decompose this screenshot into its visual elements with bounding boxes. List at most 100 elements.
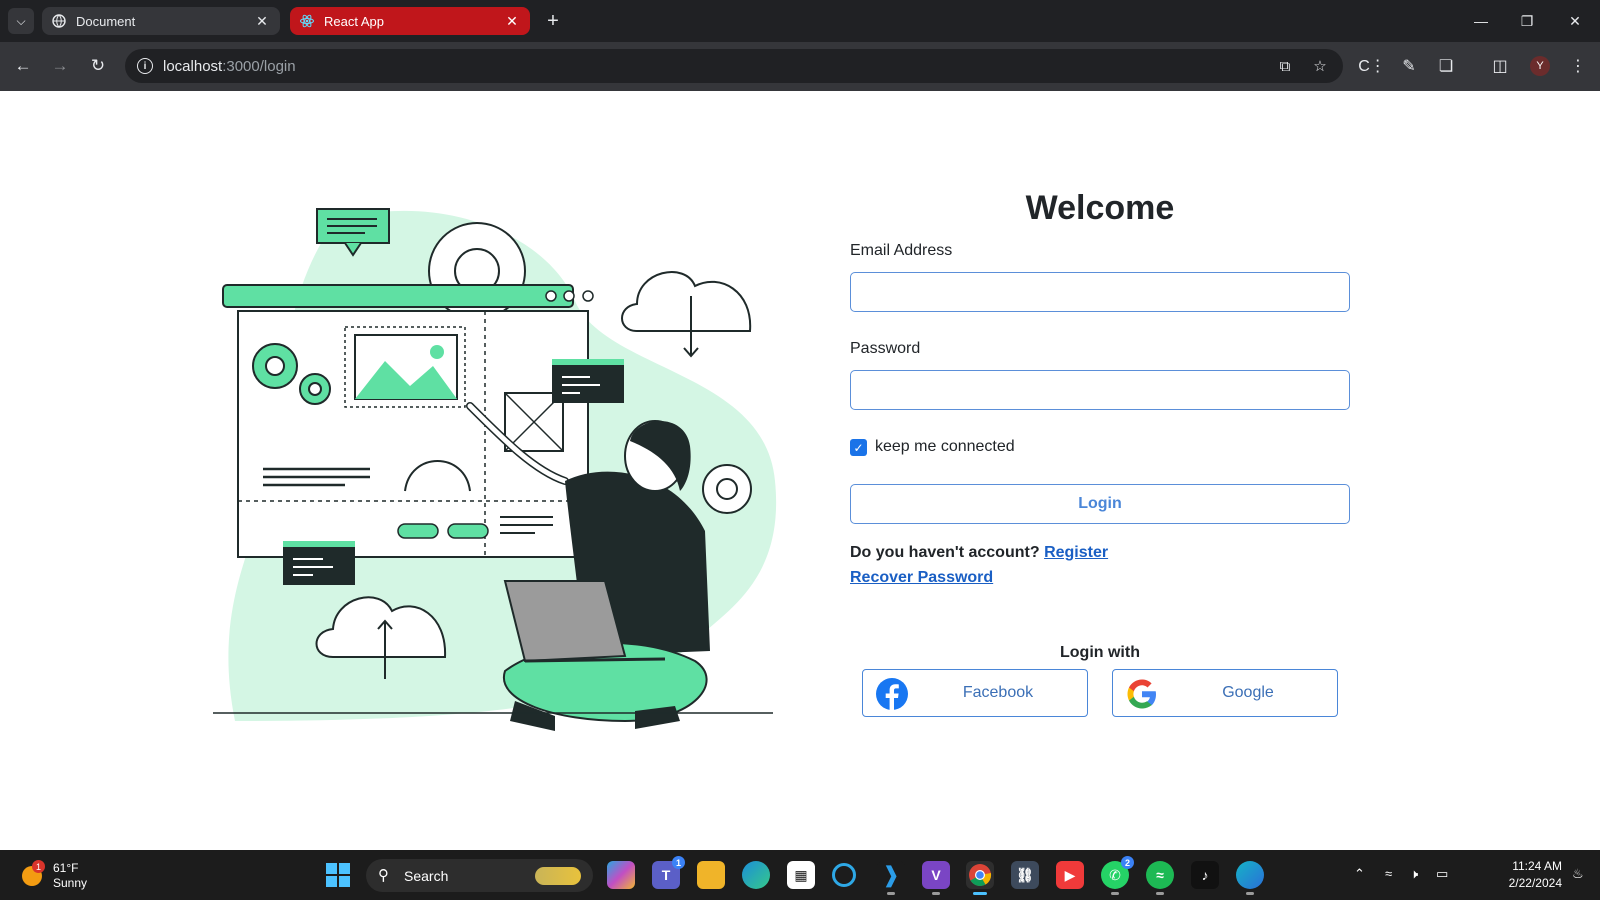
keep-connected-checkbox[interactable]: ✓ xyxy=(850,439,867,456)
login-with-heading: Login with xyxy=(1060,644,1140,661)
checkmark-icon: ✓ xyxy=(853,440,864,455)
url-text[interactable]: localhost:3000/login xyxy=(163,58,296,75)
vscode-icon[interactable]: ❱ xyxy=(877,861,905,895)
chevron-up-icon[interactable]: ⌃ xyxy=(1354,866,1365,882)
active-indicator xyxy=(973,892,987,895)
close-icon: ✕ xyxy=(1569,12,1581,29)
google-label: Google xyxy=(1222,684,1274,701)
tab-label: Document xyxy=(76,13,136,29)
recover-password-link[interactable]: Recover Password xyxy=(850,569,993,586)
reload-icon: ↻ xyxy=(90,56,106,75)
minimize-button[interactable]: — xyxy=(1458,0,1504,42)
windows-logo-tile xyxy=(339,863,350,874)
teams-badge: 1 xyxy=(672,856,685,869)
windows-logo-icon xyxy=(326,863,337,874)
taskbar-search[interactable]: ⚲ Search xyxy=(366,859,593,892)
register-prompt: Do you haven't account? Register xyxy=(850,544,1108,562)
chrome-icon[interactable] xyxy=(966,861,994,895)
taskbar-clock[interactable]: 11:24 AM 2/22/2024 xyxy=(1490,858,1562,892)
sql-server-icon[interactable]: ⛓ xyxy=(1011,861,1039,889)
notification-bell-icon[interactable]: ♨ xyxy=(1572,866,1584,882)
browser-tab-bar: ⌵ Document ✕ React App ✕ + — ❐ ✕ xyxy=(0,0,1600,42)
recover-row: Recover Password xyxy=(850,569,993,587)
weather-badge: 1 xyxy=(32,860,45,873)
plus-icon: + xyxy=(547,9,559,32)
open-in-app-icon[interactable]: ⧉ xyxy=(1275,56,1295,76)
restore-icon: ❐ xyxy=(1520,12,1534,29)
cloud-download-icon xyxy=(621,271,752,358)
windows-logo-tile xyxy=(339,876,350,887)
google-icon xyxy=(1127,679,1156,709)
windows-logo-tile xyxy=(326,876,337,887)
close-tab-icon[interactable]: ✕ xyxy=(504,13,520,30)
facebook-icon xyxy=(876,678,908,710)
start-button[interactable] xyxy=(326,863,350,887)
address-bar[interactable]: i localhost:3000/login ⧉ ☆ xyxy=(125,49,1343,83)
file-explorer-icon[interactable] xyxy=(697,861,725,889)
extension-c-icon[interactable]: C⋮ xyxy=(1358,54,1386,78)
register-link[interactable]: Register xyxy=(1044,544,1108,561)
small-gear-icon xyxy=(702,464,752,514)
new-tab-button[interactable]: + xyxy=(540,8,566,34)
globe-icon xyxy=(52,14,66,28)
running-indicator xyxy=(1246,892,1254,895)
windows-taskbar: 1 61°F Sunny ⚲ Search T1 ▦ ❱ V ⛓ ▶ ✆ 2 ≈ … xyxy=(0,850,1600,900)
volume-icon[interactable]: 🕨 xyxy=(1410,866,1418,882)
email-label: Email Address xyxy=(850,242,953,259)
login-button[interactable]: Login xyxy=(850,484,1350,524)
microsoft-store-icon[interactable]: ▦ xyxy=(787,861,815,889)
close-tab-icon[interactable]: ✕ xyxy=(254,13,270,30)
weather-temperature: 61°F xyxy=(53,861,79,875)
arrow-left-icon: ← xyxy=(14,56,32,75)
back-button[interactable]: ← xyxy=(9,52,37,80)
login-illustration xyxy=(213,208,777,731)
eyedropper-icon[interactable]: ✎ xyxy=(1397,54,1421,78)
tiktok-icon[interactable]: ♪ xyxy=(1191,861,1219,889)
whatsapp-badge: 2 xyxy=(1121,856,1134,869)
password-label: Password xyxy=(850,340,921,357)
weather-widget[interactable]: 1 61°F Sunny xyxy=(20,858,110,892)
google-login-button[interactable]: Google xyxy=(1112,669,1338,717)
running-indicator xyxy=(1111,892,1119,895)
running-indicator xyxy=(887,892,895,895)
close-window-button[interactable]: ✕ xyxy=(1552,0,1598,42)
url-path: :3000/login xyxy=(222,58,296,75)
extensions-puzzle-icon[interactable]: ❏ xyxy=(1434,54,1458,78)
tab-document[interactable]: Document ✕ xyxy=(42,7,280,35)
edge-dev-icon[interactable] xyxy=(1236,861,1264,895)
copilot-icon[interactable] xyxy=(607,861,635,889)
edge-icon[interactable] xyxy=(742,861,770,889)
tab-react-app[interactable]: React App ✕ xyxy=(290,7,530,35)
teams-icon[interactable]: T1 xyxy=(652,856,685,889)
reload-button[interactable]: ↻ xyxy=(84,52,112,80)
menu-kebab-icon[interactable]: ⋮ xyxy=(1566,54,1590,78)
email-field[interactable] xyxy=(850,272,1350,312)
clock-date: 2/22/2024 xyxy=(1508,876,1562,890)
bookmark-star-icon[interactable]: ☆ xyxy=(1310,56,1330,76)
browser-toolbar: ← → ↻ i localhost:3000/login ⧉ ☆ C⋮ ✎ ❏ … xyxy=(0,42,1600,91)
facebook-label: Facebook xyxy=(962,684,1034,701)
react-icon xyxy=(300,14,314,28)
restore-button[interactable]: ❐ xyxy=(1504,0,1550,42)
youtube-icon[interactable]: ▶ xyxy=(1056,861,1084,889)
weather-condition: Sunny xyxy=(53,876,88,890)
facebook-login-button[interactable]: Facebook xyxy=(862,669,1088,717)
visual-studio-icon[interactable]: V xyxy=(922,861,950,895)
password-field[interactable] xyxy=(850,370,1350,410)
no-account-text: Do you haven't account? xyxy=(850,544,1040,561)
spotify-icon[interactable]: ≈ xyxy=(1146,861,1174,895)
profile-avatar[interactable]: Y xyxy=(1530,56,1550,76)
forward-button[interactable]: → xyxy=(46,52,74,80)
side-panel-icon[interactable]: ◫ xyxy=(1488,54,1512,78)
search-label: Search xyxy=(404,868,449,884)
cortana-icon[interactable] xyxy=(832,863,856,887)
tab-search-button[interactable]: ⌵ xyxy=(8,8,34,34)
keep-connected-label[interactable]: keep me connected xyxy=(875,438,1015,456)
whatsapp-icon[interactable]: ✆ 2 xyxy=(1101,856,1134,895)
site-info-icon[interactable]: i xyxy=(137,58,153,74)
minimize-icon: — xyxy=(1474,13,1488,29)
battery-icon[interactable]: ▭ xyxy=(1436,866,1448,882)
wifi-icon[interactable]: ≈ xyxy=(1385,866,1392,881)
tab-label: React App xyxy=(324,13,384,29)
search-highlight-icon xyxy=(535,867,581,885)
